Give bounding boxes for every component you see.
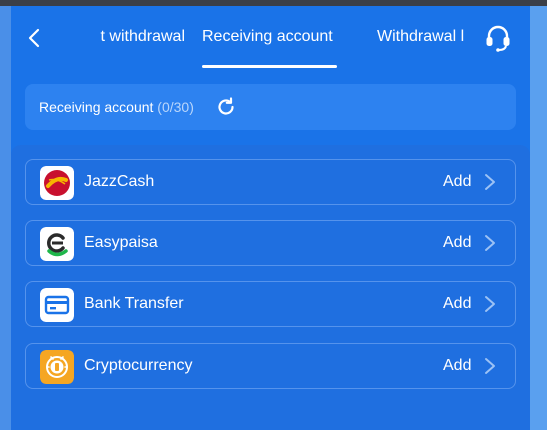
receiving-account-summary: Receiving account (0/30) xyxy=(25,84,516,130)
account-row-cryptocurrency[interactable]: Cryptocurrency Add xyxy=(25,343,516,389)
active-tab-indicator xyxy=(202,65,337,68)
tab-withdrawal[interactable]: t withdrawal xyxy=(75,28,185,46)
headset-icon[interactable] xyxy=(482,22,514,54)
account-name: Easypaisa xyxy=(84,234,158,251)
app-frame: t withdrawal Receiving account Withdrawa… xyxy=(11,6,530,430)
tab-header: t withdrawal Receiving account Withdrawa… xyxy=(11,6,530,68)
coin-icon xyxy=(40,350,74,384)
back-arrow-icon[interactable] xyxy=(25,26,45,50)
account-name: Bank Transfer xyxy=(84,295,184,312)
tab-withdrawal-log[interactable]: Withdrawal l xyxy=(377,28,477,46)
easypaisa-logo xyxy=(40,227,74,261)
scrollbar-track[interactable] xyxy=(530,6,547,430)
account-row-bank-transfer[interactable]: Bank Transfer Add xyxy=(25,281,516,327)
summary-count: (0/30) xyxy=(157,99,194,115)
refresh-icon[interactable] xyxy=(215,96,237,118)
add-button[interactable]: Add xyxy=(443,295,471,313)
tab-receiving-account[interactable]: Receiving account xyxy=(202,28,333,46)
account-name: JazzCash xyxy=(84,173,155,190)
chevron-right-icon xyxy=(485,296,495,312)
add-button[interactable]: Add xyxy=(443,357,471,375)
chevron-right-icon xyxy=(485,358,495,374)
account-name: Cryptocurrency xyxy=(84,357,193,374)
account-row-jazzcash[interactable]: JazzCash Add xyxy=(25,159,516,205)
chevron-right-icon xyxy=(485,235,495,251)
summary-label: Receiving account (0/30) xyxy=(39,99,194,115)
jazzcash-logo xyxy=(40,166,74,200)
add-button[interactable]: Add xyxy=(443,173,471,191)
add-button[interactable]: Add xyxy=(443,234,471,252)
tab-withdrawal-label: t withdrawal xyxy=(100,28,185,45)
card-icon xyxy=(40,288,74,322)
account-list: JazzCash Add Easypaisa Add Bank Transfer… xyxy=(11,145,530,430)
summary-title: Receiving account xyxy=(39,99,154,115)
chevron-right-icon xyxy=(485,174,495,190)
account-row-easypaisa[interactable]: Easypaisa Add xyxy=(25,220,516,266)
